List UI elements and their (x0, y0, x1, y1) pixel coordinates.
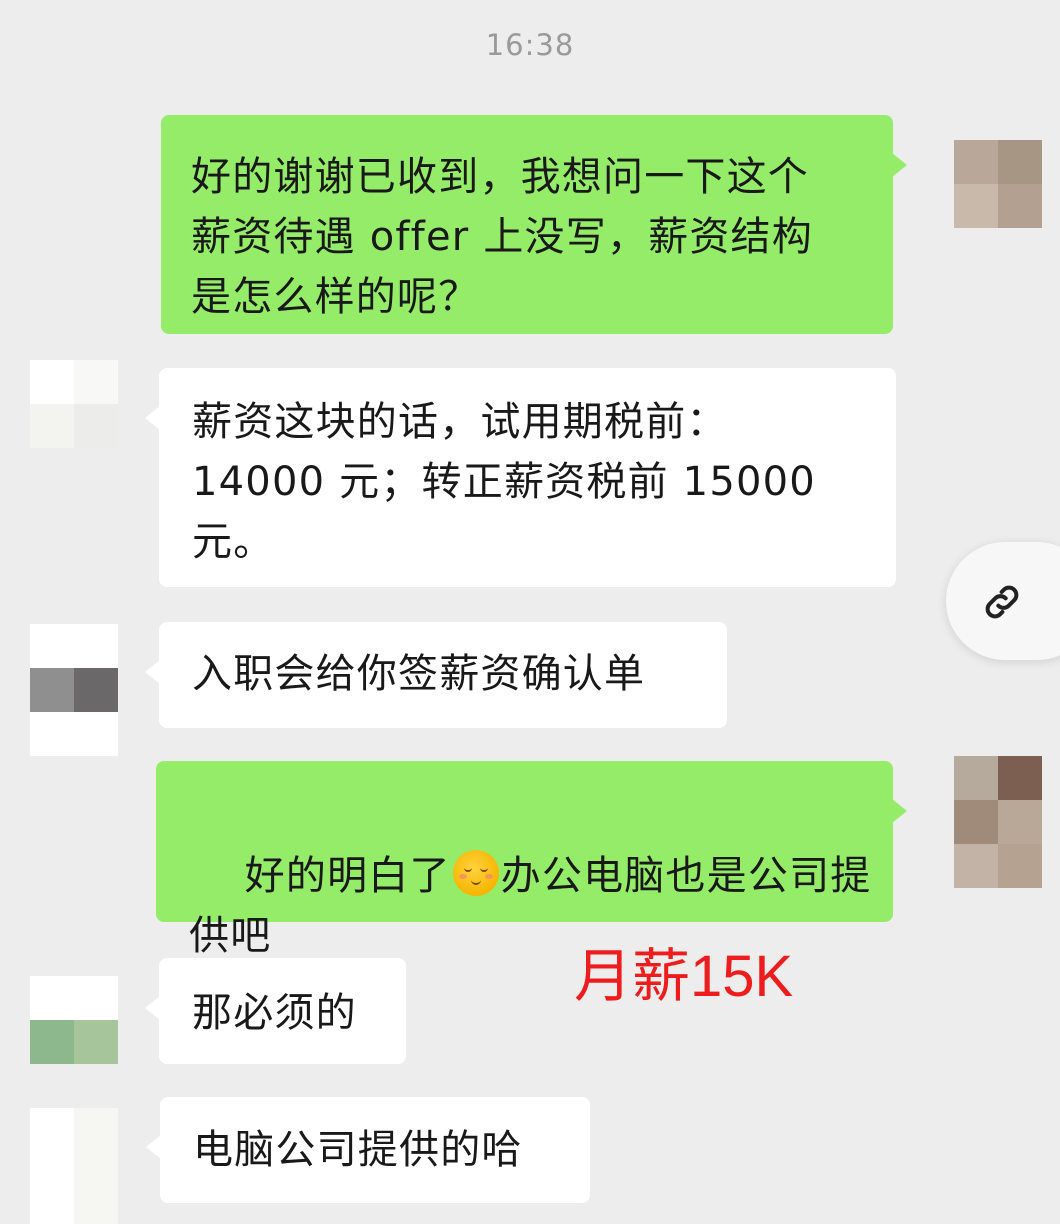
message-bubble-sent[interactable]: 好的谢谢已收到，我想问一下这个 薪资待遇 offer 上没写，薪资结构 是怎么样… (161, 115, 907, 334)
contact-avatar[interactable] (30, 1108, 118, 1224)
message-bubble-received[interactable]: 那必须的 (145, 958, 406, 1064)
contact-avatar[interactable] (30, 976, 118, 1108)
message-bubble-sent[interactable]: 好的明白了 办公电脑也是公司提 供吧 (156, 761, 907, 959)
link-icon (985, 585, 1019, 619)
message-bubble-received[interactable]: 薪资这块的话，试用期税前： 14000 元；转正薪资税前 15000 元。 (145, 368, 896, 587)
blushing-smile-emoji-icon (452, 850, 499, 896)
contact-avatar[interactable] (30, 360, 118, 448)
my-avatar[interactable] (954, 756, 1042, 888)
salary-annotation: 月薪15K (574, 944, 794, 1009)
message-timestamp: 16:38 (485, 28, 575, 62)
message-bubble-received[interactable]: 入职会给你签薪资确认单 (145, 622, 727, 728)
message-text: 好的明白了 (244, 853, 451, 899)
link-button[interactable] (946, 542, 1060, 660)
contact-avatar[interactable] (30, 624, 118, 756)
message-bubble-received[interactable]: 电脑公司提供的哈 (146, 1097, 590, 1203)
my-avatar[interactable] (954, 140, 1042, 228)
chat-screen: 16:38 好的谢谢已收到，我想问一下这个 薪资待遇 offer 上没写，薪资结… (0, 0, 1060, 1224)
